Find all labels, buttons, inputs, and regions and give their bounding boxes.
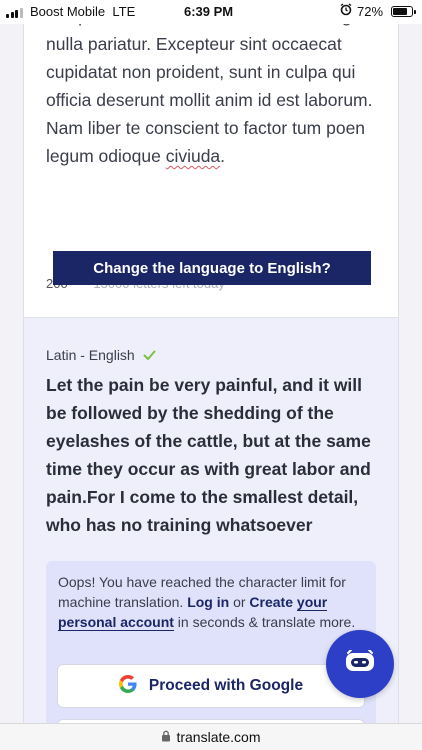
lock-icon [161,729,171,745]
create-link-part1: Create [249,594,294,610]
source-text-body: voluptate velit esse cillum dolore eu fu… [46,6,373,166]
google-button-label: Proceed with Google [148,677,304,694]
carrier: Boost Mobile LTE [30,4,135,19]
google-icon [118,674,137,698]
language-pair-label: Latin - English [46,347,135,363]
carrier-name: Boost Mobile [30,4,106,19]
translated-text: Let the pain be very painful, and it wil… [46,375,371,535]
signal-icon [6,8,23,18]
battery-percent: 72% [357,4,384,19]
misspelled-word: civiuda [165,146,221,166]
url-text: translate.com [176,729,261,745]
network-type: LTE [112,4,136,19]
login-link[interactable]: Log in [187,594,229,610]
proceed-with-google-button[interactable]: Proceed with Google [57,664,365,708]
source-text-period: . [220,146,226,166]
language-pair: Latin - English [46,347,156,363]
battery-level [393,8,408,15]
clock: 6:39 PM [184,4,234,19]
limit-message-or: or [229,594,250,610]
source-text[interactable]: voluptate velit esse cillum dolore eu fu… [46,2,386,170]
change-language-button[interactable]: Change the language to English? [53,251,371,285]
battery-icon [391,6,416,17]
status-bar: Boost Mobile LTE 6:39 PM 72% [0,0,422,24]
robot-icon [345,648,375,679]
check-icon [143,350,156,361]
alarm-icon [340,3,352,19]
source-text-card: voluptate velit esse cillum dolore eu fu… [23,0,399,318]
browser-address-bar[interactable]: translate.com [0,723,422,750]
limit-message-suffix: in seconds & translate more. [173,614,356,630]
chat-bot-button[interactable] [326,630,394,698]
limit-message: Oops! You have reached the character lim… [58,572,364,632]
